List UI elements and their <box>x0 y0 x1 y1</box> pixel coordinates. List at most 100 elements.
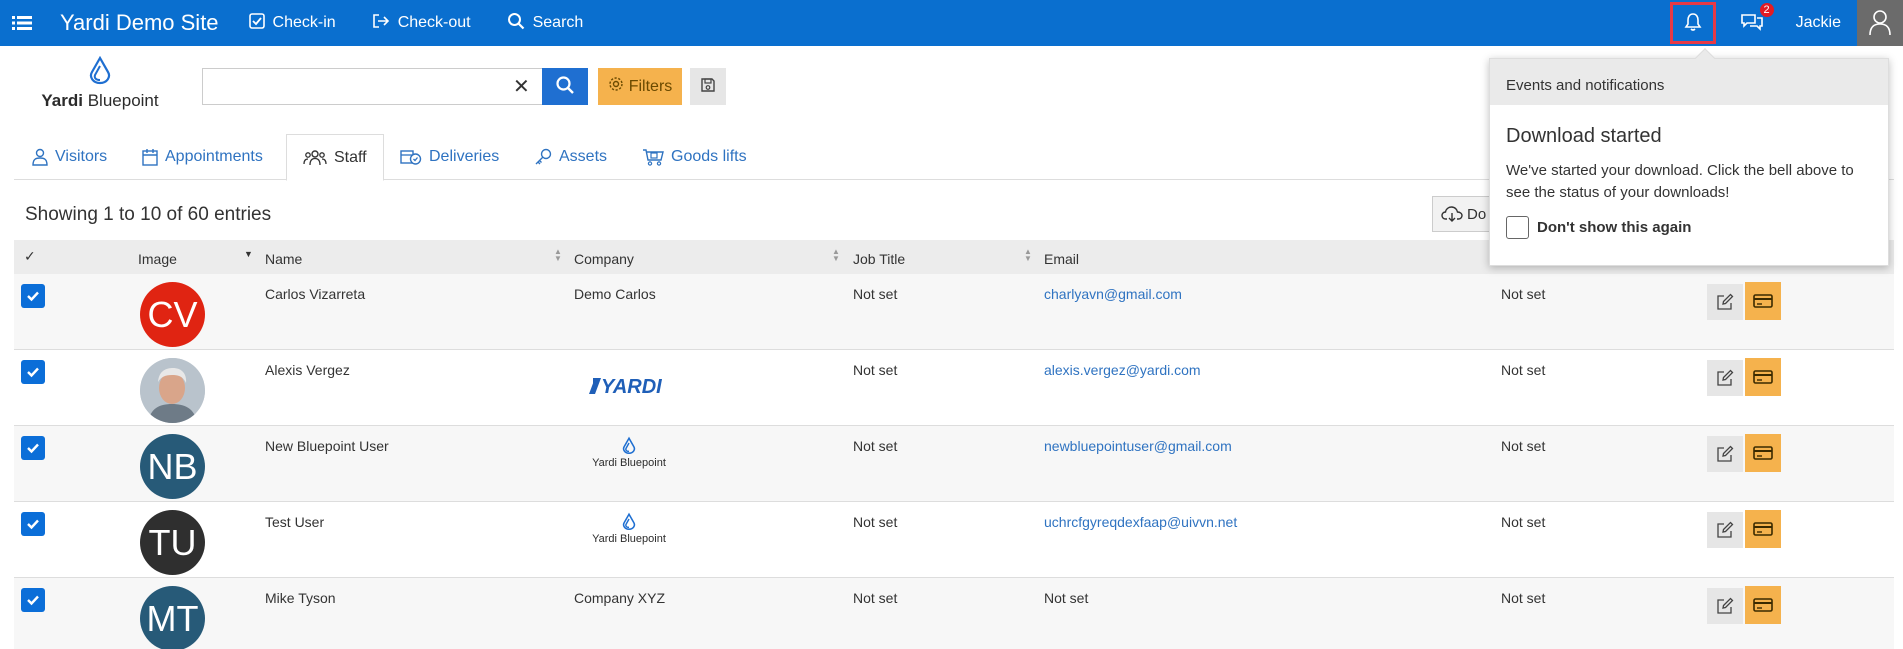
staff-name: New Bluepoint User <box>265 438 389 454</box>
nav-search-label: Search <box>532 14 584 31</box>
nav-check-in[interactable]: Check-in <box>248 12 336 34</box>
avatar: MT <box>140 586 205 649</box>
bluepoint-logo[interactable]: Yardi Bluepoint <box>30 55 170 116</box>
sort-icon: ▲ ▼ <box>554 247 562 263</box>
column-header-name[interactable]: Name <box>265 251 302 267</box>
tab-appointments-label: Appointments <box>165 148 263 165</box>
search-input[interactable] <box>202 68 542 105</box>
badge-card-button[interactable] <box>1745 434 1781 472</box>
staff-extra-field: Not set <box>1501 514 1546 530</box>
checkbox-box[interactable] <box>1506 216 1529 239</box>
tab-goods-lifts[interactable]: Goods lifts <box>642 134 747 180</box>
staff-job-title: Not set <box>853 590 898 606</box>
staff-extra-field: Not set <box>1501 590 1546 606</box>
dont-show-again-checkbox[interactable]: Don't show this again <box>1506 216 1872 239</box>
staff-email-link[interactable]: uchrcfgyreqdexfaap@uivvn.net <box>1044 514 1237 530</box>
staff-company: Company XYZ <box>574 590 666 606</box>
column-header-email[interactable]: Email <box>1044 251 1079 267</box>
edit-button[interactable] <box>1707 284 1743 320</box>
edit-button[interactable] <box>1707 512 1743 548</box>
credit-card-icon <box>1753 294 1773 308</box>
column-header-job-title[interactable]: Job Title <box>853 251 905 267</box>
tab-assets-label: Assets <box>559 148 608 165</box>
dont-show-again-label: Don't show this again <box>1537 219 1692 236</box>
staff-email-link[interactable]: newbluepointuser@gmail.com <box>1044 438 1232 454</box>
staff-name: Alexis Vergez <box>265 362 350 378</box>
gear-icon <box>608 76 624 97</box>
cloud-download-icon <box>1441 206 1463 222</box>
checkmark-icon <box>27 519 39 530</box>
entries-info: Showing 1 to 10 of 60 entries <box>25 204 272 225</box>
table-row[interactable]: NB New Bluepoint User Yardi Bluepoint No… <box>14 426 1894 502</box>
row-checkbox[interactable] <box>21 436 45 460</box>
edit-button[interactable] <box>1707 436 1743 472</box>
logo-brand: Yardi <box>41 91 83 110</box>
calendar-icon <box>142 149 158 166</box>
select-all-checkmark[interactable]: ✓ <box>24 248 36 265</box>
check-square-icon <box>248 12 265 34</box>
filters-button[interactable]: Filters <box>598 68 682 105</box>
badge-card-button[interactable] <box>1745 282 1781 320</box>
download-button[interactable]: Do <box>1432 196 1492 232</box>
search-button[interactable] <box>542 68 588 105</box>
menu-icon[interactable] <box>2 0 42 46</box>
row-checkbox[interactable] <box>21 512 45 536</box>
sort-icon: ▲ ▼ <box>1024 247 1032 263</box>
bluepoint-company-logo: Yardi Bluepoint <box>584 436 674 469</box>
row-checkbox[interactable] <box>21 588 45 612</box>
clear-search-icon[interactable]: ✕ <box>513 74 530 99</box>
nav-check-out[interactable]: Check-out <box>372 13 471 34</box>
badge-card-button[interactable] <box>1745 586 1781 624</box>
nav-check-in-label: Check-in <box>272 14 336 31</box>
staff-name: Mike Tyson <box>265 590 336 606</box>
table-row[interactable]: Alexis Vergez YARDI Not set alexis.verge… <box>14 350 1894 426</box>
row-checkbox[interactable] <box>21 284 45 308</box>
column-header-company[interactable]: Company <box>574 251 634 267</box>
credit-card-icon <box>1753 370 1773 384</box>
staff-company: Demo Carlos <box>574 286 656 302</box>
checkmark-icon <box>27 367 39 378</box>
save-search-button[interactable] <box>690 68 726 105</box>
badge-card-button[interactable] <box>1745 358 1781 396</box>
tab-staff[interactable]: Staff <box>286 134 384 181</box>
user-avatar[interactable] <box>1857 0 1903 46</box>
column-header-image[interactable]: Image <box>138 251 177 267</box>
credit-card-icon <box>1753 598 1773 612</box>
nav-check-out-label: Check-out <box>397 14 471 31</box>
top-bar: Yardi Demo Site Check-in Check-out Searc… <box>0 0 1903 46</box>
staff-email-link[interactable]: charlyavn@gmail.com <box>1044 286 1182 302</box>
badge-card-button[interactable] <box>1745 510 1781 548</box>
site-title[interactable]: Yardi Demo Site <box>60 10 219 36</box>
tab-assets[interactable]: Assets <box>534 134 607 180</box>
table-row[interactable]: TU Test User Yardi Bluepoint Not set uch… <box>14 502 1894 578</box>
user-name[interactable]: Jackie <box>1796 14 1841 32</box>
edit-button[interactable] <box>1707 360 1743 396</box>
tab-staff-label: Staff <box>334 148 367 166</box>
logo-product: Bluepoint <box>87 91 159 110</box>
yardi-logo-text: YARDI <box>601 376 662 398</box>
notifications-bell-button[interactable] <box>1669 2 1716 44</box>
staff-extra-field: Not set <box>1501 438 1546 454</box>
nav-search[interactable]: Search <box>507 12 584 35</box>
avatar-photo <box>140 358 205 423</box>
popover-message: We've started your download. Click the b… <box>1506 162 1854 201</box>
staff-extra-field: Not set <box>1501 362 1546 378</box>
row-checkbox[interactable] <box>21 360 45 384</box>
table-row[interactable]: MT Mike Tyson Company XYZ Not set Not se… <box>14 578 1894 649</box>
messages-button[interactable]: 2 <box>1738 3 1774 37</box>
tab-deliveries[interactable]: Deliveries <box>400 134 499 180</box>
edit-button[interactable] <box>1707 588 1743 624</box>
delivery-icon <box>400 150 422 165</box>
sort-desc-icon: ▼ <box>244 249 253 259</box>
popover-title: Download started <box>1506 125 1662 147</box>
staff-email-link[interactable]: alexis.vergez@yardi.com <box>1044 362 1201 378</box>
table-row[interactable]: CV Carlos Vizarreta Demo Carlos Not set … <box>14 274 1894 350</box>
edit-icon <box>1717 597 1734 614</box>
visitor-icon <box>32 148 48 166</box>
tab-visitors[interactable]: Visitors <box>32 134 107 180</box>
checkmark-icon <box>27 595 39 606</box>
avatar: NB <box>140 434 205 499</box>
search-icon <box>507 12 525 35</box>
tab-appointments[interactable]: Appointments <box>142 134 263 180</box>
bell-icon <box>1683 12 1703 35</box>
